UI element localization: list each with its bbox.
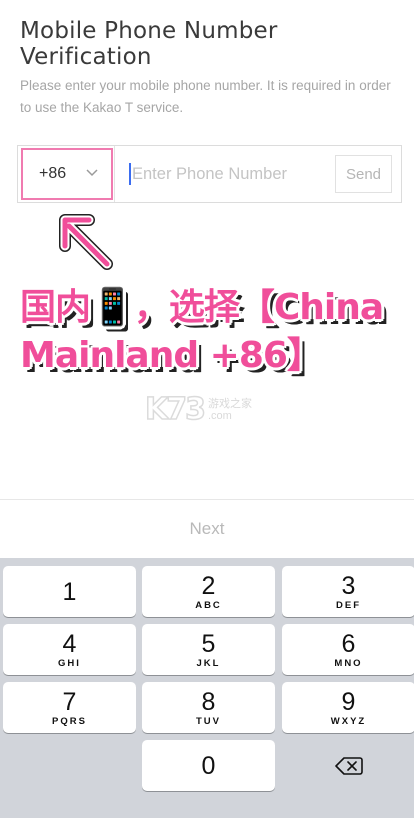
delete-key[interactable] (282, 740, 414, 791)
send-button[interactable]: Send (335, 155, 392, 193)
key-0[interactable]: 0 (142, 740, 275, 791)
phone-number-input[interactable] (126, 156, 326, 192)
watermark: K73 游戏之家 .com (144, 391, 252, 428)
key-letters: DEF (336, 599, 361, 611)
key-digit: 1 (62, 577, 77, 606)
next-button[interactable]: Next (0, 500, 414, 558)
key-digit: 5 (201, 629, 216, 658)
key-letters: WXYZ (330, 715, 367, 727)
annotation-line-1: 国内📱，选择【China (20, 287, 384, 328)
page-title: Mobile Phone Number Verification (20, 18, 278, 70)
key-digit: 6 (341, 629, 356, 658)
numeric-keyboard: 1 2 ABC 3 DEF 4 GHI 5 JKL 6 MNO 7 PQRS 8… (0, 558, 414, 818)
key-letters: JKL (196, 657, 221, 669)
key-letters: ABC (195, 599, 222, 611)
key-digit: 0 (201, 751, 216, 780)
annotation-text: 国内📱，选择【China Mainland +86】 (20, 284, 400, 380)
key-digit: 3 (341, 571, 356, 600)
watermark-sub-1: 游戏之家 (208, 397, 252, 410)
country-code-value: +86 (39, 165, 67, 182)
backspace-icon (334, 756, 363, 775)
country-code-select[interactable]: +86 (21, 148, 113, 200)
key-letters: MNO (334, 657, 363, 669)
watermark-brand: K73 (144, 391, 207, 428)
key-2[interactable]: 2 ABC (142, 566, 275, 617)
key-9[interactable]: 9 WXYZ (282, 682, 414, 733)
key-3[interactable]: 3 DEF (282, 566, 414, 617)
watermark-sub-2: .com (208, 409, 232, 422)
key-4[interactable]: 4 GHI (3, 624, 136, 675)
key-digit: 7 (62, 687, 77, 716)
key-digit: 8 (201, 687, 216, 716)
key-digit: 4 (62, 629, 77, 658)
key-letters: PQRS (52, 715, 87, 727)
key-7[interactable]: 7 PQRS (3, 682, 136, 733)
annotation-line-2: Mainland +86】 (20, 335, 323, 376)
key-1[interactable]: 1 (3, 566, 136, 617)
key-6[interactable]: 6 MNO (282, 624, 414, 675)
pointer-arrow-icon (59, 214, 113, 270)
key-5[interactable]: 5 JKL (142, 624, 275, 675)
key-letters: GHI (58, 657, 81, 669)
key-digit: 2 (201, 571, 216, 600)
page-description: Please enter your mobile phone number. I… (20, 78, 391, 115)
phone-number-row: +86 Send (17, 145, 402, 203)
chevron-down-icon (86, 169, 98, 177)
key-letters: TUV (196, 715, 221, 727)
key-digit: 9 (341, 687, 356, 716)
divider (114, 146, 115, 202)
key-8[interactable]: 8 TUV (142, 682, 275, 733)
key-empty (3, 740, 136, 791)
watermark-sub: 游戏之家 .com (208, 398, 252, 422)
